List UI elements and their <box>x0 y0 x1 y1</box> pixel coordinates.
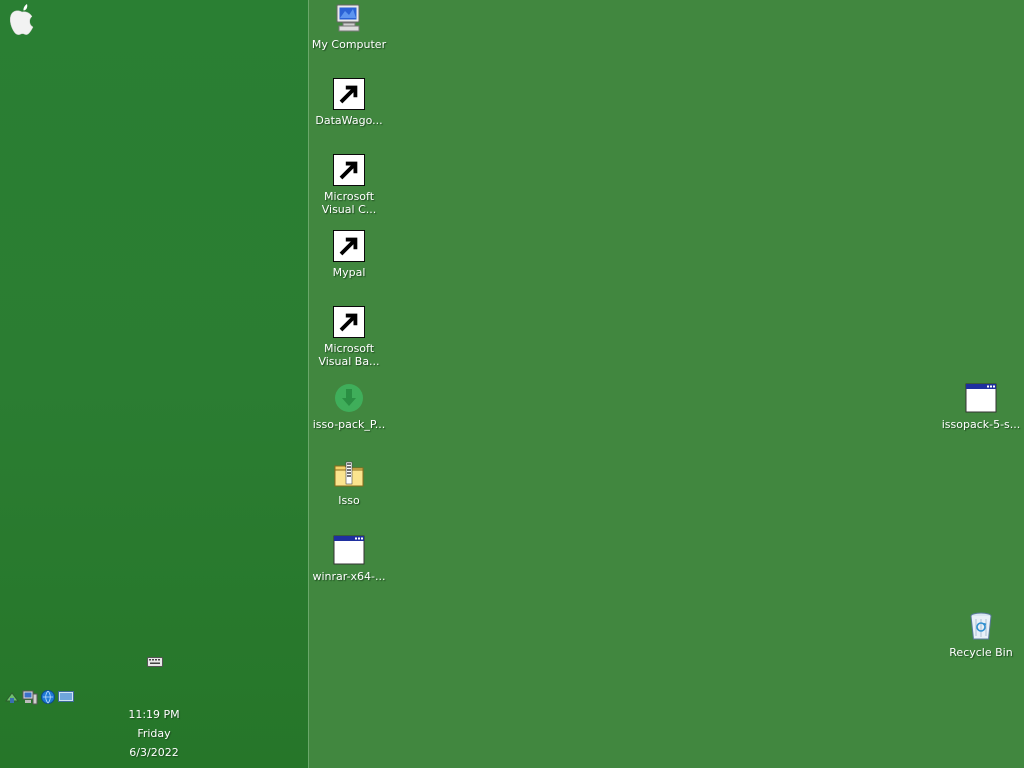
computer-icon <box>336 4 360 32</box>
recycle-bin-icon <box>970 612 992 640</box>
application-window-icon <box>965 383 997 413</box>
desktop-icon-label: Microsoft Visual Ba... <box>309 342 389 368</box>
desktop-icon-label-line: Visual C... <box>321 203 377 216</box>
monitor-icon[interactable] <box>58 689 74 705</box>
system-tray <box>4 689 74 705</box>
sidebar-panel: 11:19 PM Friday 6/3/2022 <box>0 0 309 768</box>
desktop-icon-isso-pack[interactable]: isso-pack_P... <box>309 382 389 431</box>
desktop-icon-visual-cpp[interactable]: Microsoft Visual C... <box>309 154 389 216</box>
shortcut-arrow-icon <box>333 306 365 338</box>
desktop-icon-datawagon[interactable]: DataWago... <box>309 78 389 127</box>
desktop-icon-label-line: Microsoft <box>323 190 375 203</box>
computer-icon[interactable] <box>22 689 38 705</box>
application-window-icon <box>333 535 365 565</box>
desktop-icon-label: Recycle Bin <box>949 646 1013 659</box>
network-icon[interactable] <box>4 689 20 705</box>
apple-icon[interactable] <box>8 2 36 36</box>
shortcut-arrow-icon <box>333 154 365 186</box>
desktop-icon-label-line: Microsoft <box>323 342 375 355</box>
download-arrow-icon <box>335 384 363 412</box>
desktop-icon-isso[interactable]: Isso <box>309 458 389 507</box>
desktop-icon-label: DataWago... <box>315 114 383 127</box>
desktop-icon-label: issopack-5-s... <box>941 418 1021 431</box>
desktop-icon-visual-basic[interactable]: 32 MicrosoftVisual Ba... <box>309 306 389 368</box>
desktop-icon-label: Mypal <box>332 266 366 279</box>
desktop-icon-label: isso-pack_P... <box>312 418 386 431</box>
shortcut-arrow-icon <box>333 230 365 262</box>
desktop-icon-label: Microsoft Visual C... <box>309 190 389 216</box>
desktop-icon-label: My Computer <box>311 38 387 51</box>
clock-date: 6/3/2022 <box>129 746 179 759</box>
keyboard-icon[interactable] <box>147 656 163 668</box>
clock-day: Friday <box>137 727 171 740</box>
desktop-icon-mypal[interactable]: Mypal <box>309 230 389 279</box>
desktop-icon-my-computer[interactable]: My Computer <box>309 2 389 51</box>
desktop-icon-label: winrar-x64-... <box>312 570 386 583</box>
zip-folder-icon <box>334 461 364 487</box>
clock-time[interactable]: 11:19 PM <box>0 708 308 721</box>
desktop-icon-label: Isso <box>338 494 360 507</box>
shortcut-arrow-icon <box>333 78 365 110</box>
desktop-icon-label-line: Visual Ba... <box>318 355 380 368</box>
desktop-icon-winrar[interactable]: winrar-x64-... <box>309 534 389 583</box>
desktop-icon-issopack[interactable]: issopack-5-s... <box>941 382 1021 431</box>
globe-icon[interactable] <box>40 689 56 705</box>
desktop-icon-recycle-bin[interactable]: Recycle Bin <box>941 610 1021 659</box>
